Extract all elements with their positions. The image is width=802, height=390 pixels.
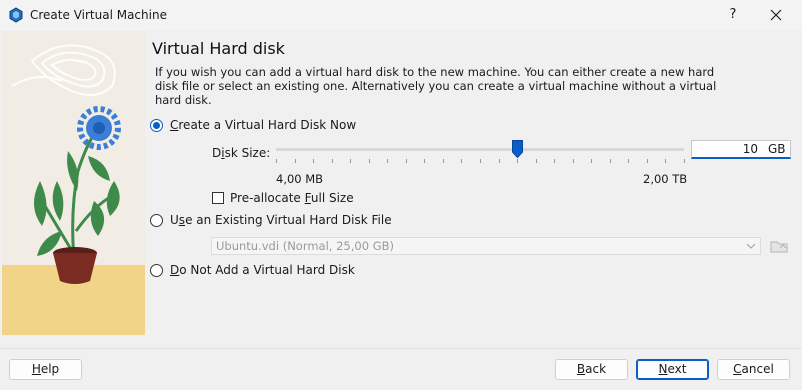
do-not-add-label[interactable]: Do Not Add a Virtual Hard Disk (170, 263, 355, 277)
existing-disk-select: Ubuntu.vdi (Normal, 25,00 GB) (211, 237, 761, 255)
wizard-illustration (2, 31, 145, 335)
chevron-down-icon (746, 243, 756, 249)
preallocate-checkbox[interactable] (212, 192, 224, 204)
next-button[interactable]: Next (636, 359, 709, 380)
close-icon[interactable] (766, 5, 786, 25)
slider-tick (665, 159, 666, 163)
slider-tick (295, 159, 296, 163)
slider-tick (499, 159, 500, 163)
slider-min-label: 4,00 MB (276, 172, 324, 186)
create-disk-radio[interactable] (150, 119, 163, 132)
slider-tick (387, 159, 388, 163)
slider-tick (610, 159, 611, 163)
slider-tick (406, 159, 407, 163)
disk-size-unit: GB (768, 142, 786, 156)
slider-tick (536, 159, 537, 163)
slider-max-label: 2,00 TB (643, 172, 688, 186)
slider-tick (628, 159, 629, 163)
slider-tick (276, 159, 277, 163)
slider-thumb[interactable] (512, 140, 523, 158)
slider-tick (369, 159, 370, 163)
use-existing-radio[interactable] (150, 214, 163, 227)
window-title: Create Virtual Machine (30, 8, 167, 22)
slider-tick (313, 159, 314, 163)
page-title: Virtual Hard disk (152, 39, 285, 58)
do-not-add-radio[interactable] (150, 264, 163, 277)
preallocate-label[interactable]: Pre-allocate Full Size (230, 191, 354, 205)
existing-disk-value: Ubuntu.vdi (Normal, 25,00 GB) (216, 239, 394, 253)
slider-tick (647, 159, 648, 163)
virtualbox-logo-icon (9, 7, 23, 23)
back-button[interactable]: Back (555, 359, 628, 380)
slider-tick (461, 159, 462, 163)
slider-tick (350, 159, 351, 163)
help-button[interactable]: Help (9, 359, 82, 380)
disk-size-label: Disk Size: (212, 146, 271, 160)
slider-tick (591, 159, 592, 163)
cancel-button[interactable]: Cancel (717, 359, 790, 380)
page-description: If you wish you can add a virtual hard d… (155, 65, 717, 107)
slider-tick (443, 159, 444, 163)
slider-tick (332, 159, 333, 163)
slider-tick (684, 159, 685, 163)
help-question-icon[interactable]: ? (724, 5, 742, 25)
use-existing-label[interactable]: Use an Existing Virtual Hard Disk File (170, 213, 392, 227)
slider-tick (554, 159, 555, 163)
create-disk-label[interactable]: Create a Virtual Hard Disk Now (170, 118, 356, 132)
slider-tick (480, 159, 481, 163)
slider-tick (424, 159, 425, 163)
folder-browse-icon (770, 241, 788, 253)
slider-tick (517, 159, 518, 163)
disk-size-slider[interactable] (276, 148, 684, 151)
title-bar: Create Virtual Machine ? (0, 0, 802, 30)
slider-tick (573, 159, 574, 163)
